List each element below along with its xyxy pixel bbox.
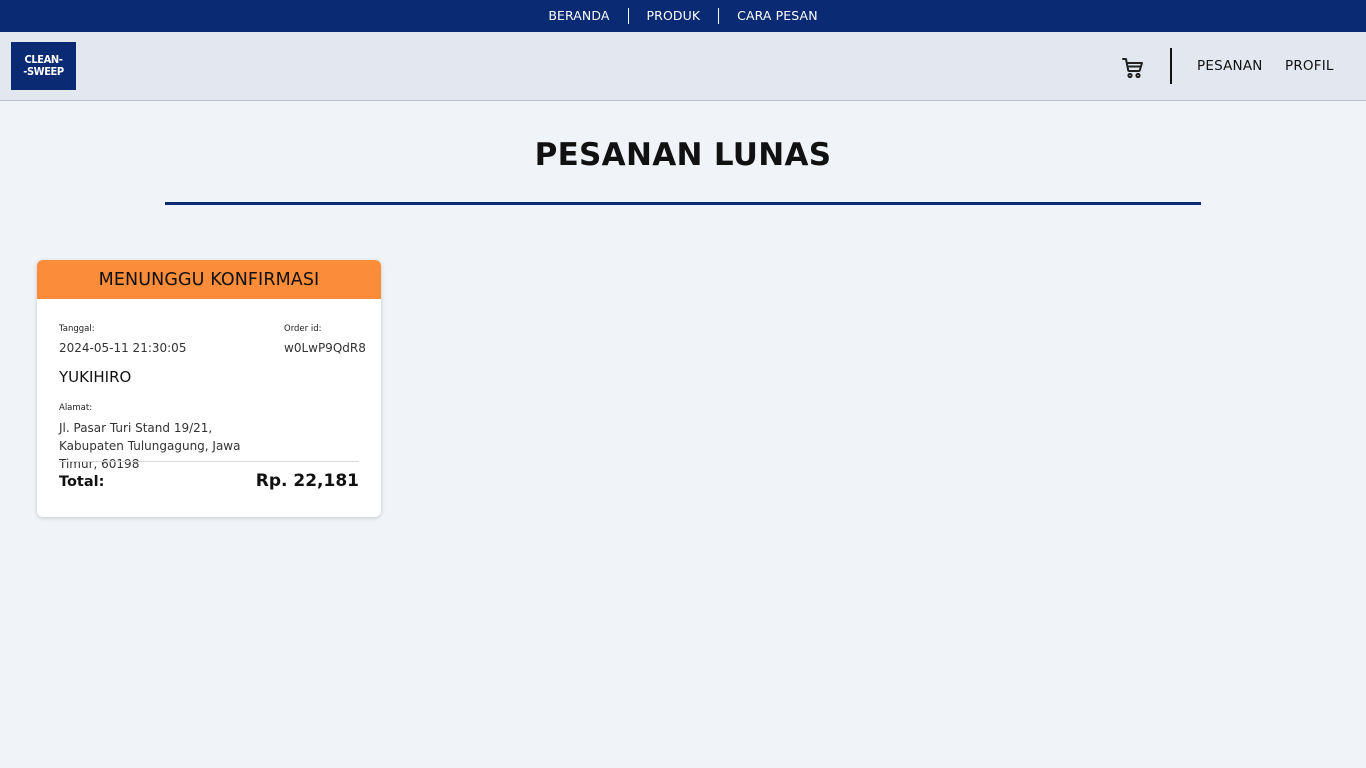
title-underline	[165, 202, 1201, 205]
top-nav: BERANDA PRODUK CARA PESAN	[0, 0, 1366, 32]
header-divider	[1170, 48, 1172, 84]
logo[interactable]: CLEAN- -SWEEP	[11, 42, 76, 90]
logo-line-2: -SWEEP	[23, 65, 64, 78]
nav-beranda[interactable]: BERANDA	[530, 8, 627, 24]
nav-pesanan[interactable]: PESANAN	[1197, 58, 1263, 74]
order-id-label: Order id:	[284, 324, 322, 334]
order-id-value: w0LwP9QdR8	[284, 341, 366, 355]
alamat-label: Alamat:	[59, 403, 93, 413]
customer-name: YUKIHIRO	[59, 368, 132, 386]
nav-profil[interactable]: PROFIL	[1285, 58, 1334, 74]
tanggal-label: Tanggal:	[59, 324, 95, 334]
order-status-badge: MENUNGGU KONFIRMASI	[37, 260, 381, 299]
total-label: Total:	[59, 474, 105, 490]
nav-cara-pesan[interactable]: CARA PESAN	[719, 8, 836, 24]
total-value: Rp. 22,181	[255, 471, 359, 491]
header: CLEAN- -SWEEP PESANAN PROFIL	[0, 32, 1366, 101]
nav-produk[interactable]: PRODUK	[629, 8, 719, 24]
alamat-value: Jl. Pasar Turi Stand 19/21, Kabupaten Tu…	[59, 421, 241, 471]
card-divider	[59, 461, 359, 462]
page-title: PESANAN LUNAS	[534, 137, 832, 173]
shopping-cart-icon[interactable]	[1119, 55, 1147, 81]
tanggal-value: 2024-05-11 21:30:05	[59, 341, 187, 355]
order-card[interactable]: MENUNGGU KONFIRMASI Tanggal: 2024-05-11 …	[37, 260, 381, 517]
